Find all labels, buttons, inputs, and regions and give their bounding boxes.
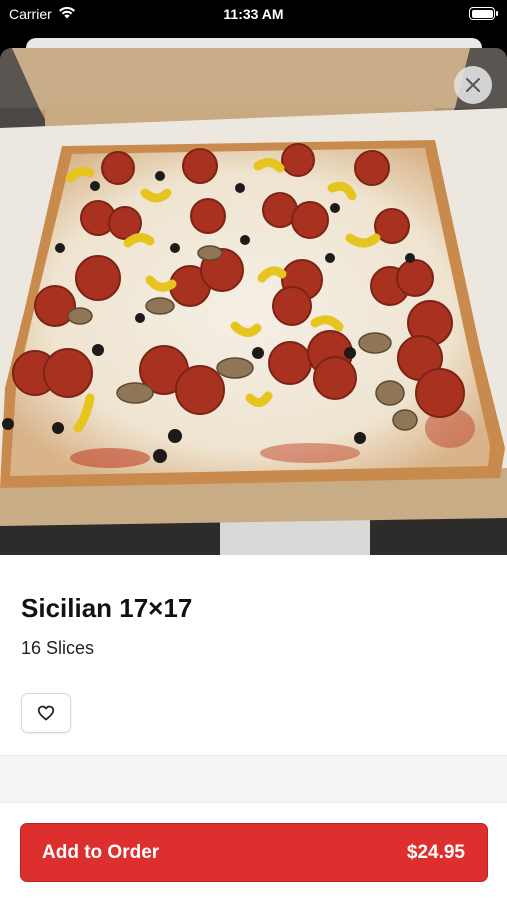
item-details: Sicilian 17×17 16 Slices [0, 555, 507, 755]
item-detail-sheet: Sicilian 17×17 16 Slices Add to Order $2… [0, 48, 507, 900]
clock: 11:33 AM [223, 6, 284, 22]
spacer-band [0, 756, 507, 802]
screen: Carrier 11:33 AM Sicilian 17×17 16 Slice… [0, 0, 507, 900]
close-icon [466, 78, 480, 92]
item-title: Sicilian 17×17 [21, 593, 193, 623]
order-footer: Add to Order $24.95 [0, 802, 507, 900]
add-to-order-label: Add to Order [42, 841, 160, 863]
battery-fill [471, 9, 493, 18]
favorite-button[interactable] [21, 693, 71, 733]
close-button[interactable] [454, 66, 492, 104]
item-subtitle: 16 Slices [21, 638, 95, 658]
add-to-order-button[interactable]: Add to Order $24.95 [20, 823, 488, 882]
heart-outline-icon [37, 705, 55, 721]
pizza-illustration [0, 48, 507, 555]
item-price: $24.95 [406, 841, 465, 863]
status-bar: Carrier 11:33 AM [0, 0, 507, 30]
battery-icon [469, 7, 498, 20]
item-photo [0, 48, 507, 555]
